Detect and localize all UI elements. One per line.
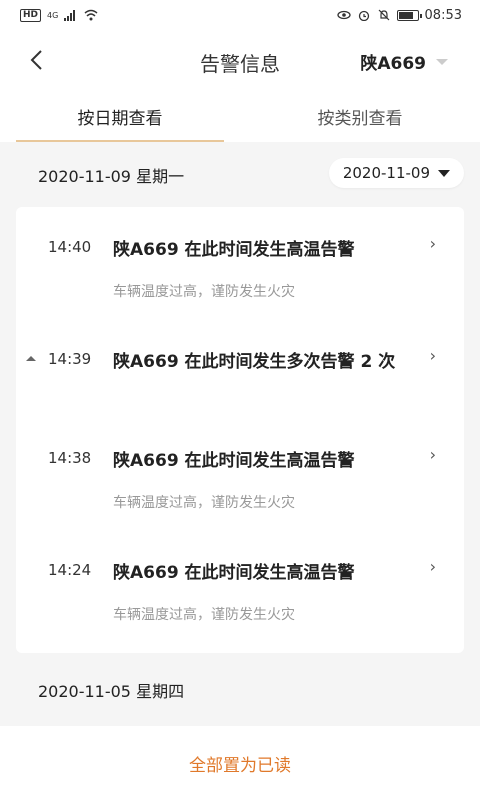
- alert-title: 陕A669 在此时间发生高温告警: [113, 451, 355, 471]
- alert-title: 陕A669 在此时间发生多次告警 2 次: [113, 352, 396, 372]
- alarm-icon: [358, 10, 369, 21]
- collapse-icon[interactable]: [26, 356, 36, 361]
- wifi-icon: [84, 9, 98, 21]
- chevron-right-icon: ›: [429, 234, 436, 253]
- tab-bar: 按日期查看 按类别查看: [0, 90, 480, 142]
- caret-down-icon: [438, 170, 450, 177]
- date-picker-value: 2020-11-09: [342, 164, 430, 182]
- header: 告警信息 陕A669: [0, 30, 480, 90]
- chevron-right-icon: ›: [429, 445, 436, 464]
- alert-title: 陕A669 在此时间发生高温告警: [113, 563, 355, 583]
- network-type: 4G: [47, 10, 59, 20]
- date-group-label: 2020-11-09 星期一: [38, 167, 185, 186]
- battery-icon: [396, 9, 422, 21]
- mute-bell-icon: [378, 9, 389, 21]
- alert-time: 14:38: [48, 449, 92, 467]
- date-picker[interactable]: 2020-11-09: [328, 158, 464, 188]
- alert-title: 陕A669 在此时间发生高温告警: [113, 240, 355, 260]
- vehicle-plate: 陕A669: [360, 54, 426, 74]
- alert-list: 2020-11-09 星期一 2020-11-09 14:40 陕A669 在此…: [0, 142, 480, 726]
- signal-icon: [64, 10, 76, 21]
- vehicle-selector[interactable]: 陕A669: [360, 49, 448, 74]
- status-bar: HD 4G 08:53: [0, 0, 480, 30]
- chevron-down-icon: [436, 58, 448, 65]
- list-item[interactable]: 14:24 陕A669 在此时间发生高温告警 车辆温度过高，谨防发生火灾 ›: [16, 535, 464, 653]
- chevron-right-icon: ›: [429, 346, 436, 365]
- alert-card: 14:40 陕A669 在此时间发生高温告警 车辆温度过高，谨防发生火灾 › 1…: [16, 207, 464, 653]
- list-item[interactable]: 14:40 陕A669 在此时间发生高温告警 车辆温度过高，谨防发生火灾 ›: [16, 207, 464, 319]
- alert-time: 14:24: [48, 561, 92, 579]
- clock: 08:53: [424, 7, 462, 23]
- alert-subtitle: 车辆温度过高，谨防发生火灾: [113, 284, 295, 300]
- alert-time: 14:40: [48, 238, 92, 256]
- alert-subtitle: 车辆温度过高，谨防发生火灾: [113, 495, 295, 511]
- alert-subtitle: 车辆温度过高，谨防发生火灾: [113, 607, 295, 623]
- eye-icon: [336, 10, 351, 20]
- list-item[interactable]: 14:38 陕A669 在此时间发生高温告警 车辆温度过高，谨防发生火灾 ›: [16, 423, 464, 535]
- tab-by-date[interactable]: 按日期查看: [0, 90, 240, 142]
- status-left: HD 4G: [20, 8, 98, 22]
- status-right: 08:53: [336, 7, 462, 23]
- chevron-right-icon: ›: [429, 557, 436, 576]
- list-item[interactable]: 14:39 陕A669 在此时间发生多次告警 2 次 ›: [16, 319, 464, 423]
- hd-badge: HD: [20, 8, 42, 22]
- tab-by-category[interactable]: 按类别查看: [240, 90, 480, 142]
- mark-all-read-button[interactable]: 全部置为已读: [189, 751, 291, 776]
- alert-time: 14:39: [48, 350, 92, 368]
- date-group-label: 2020-11-05 星期四: [38, 682, 185, 701]
- bottom-bar: 全部置为已读: [0, 726, 480, 800]
